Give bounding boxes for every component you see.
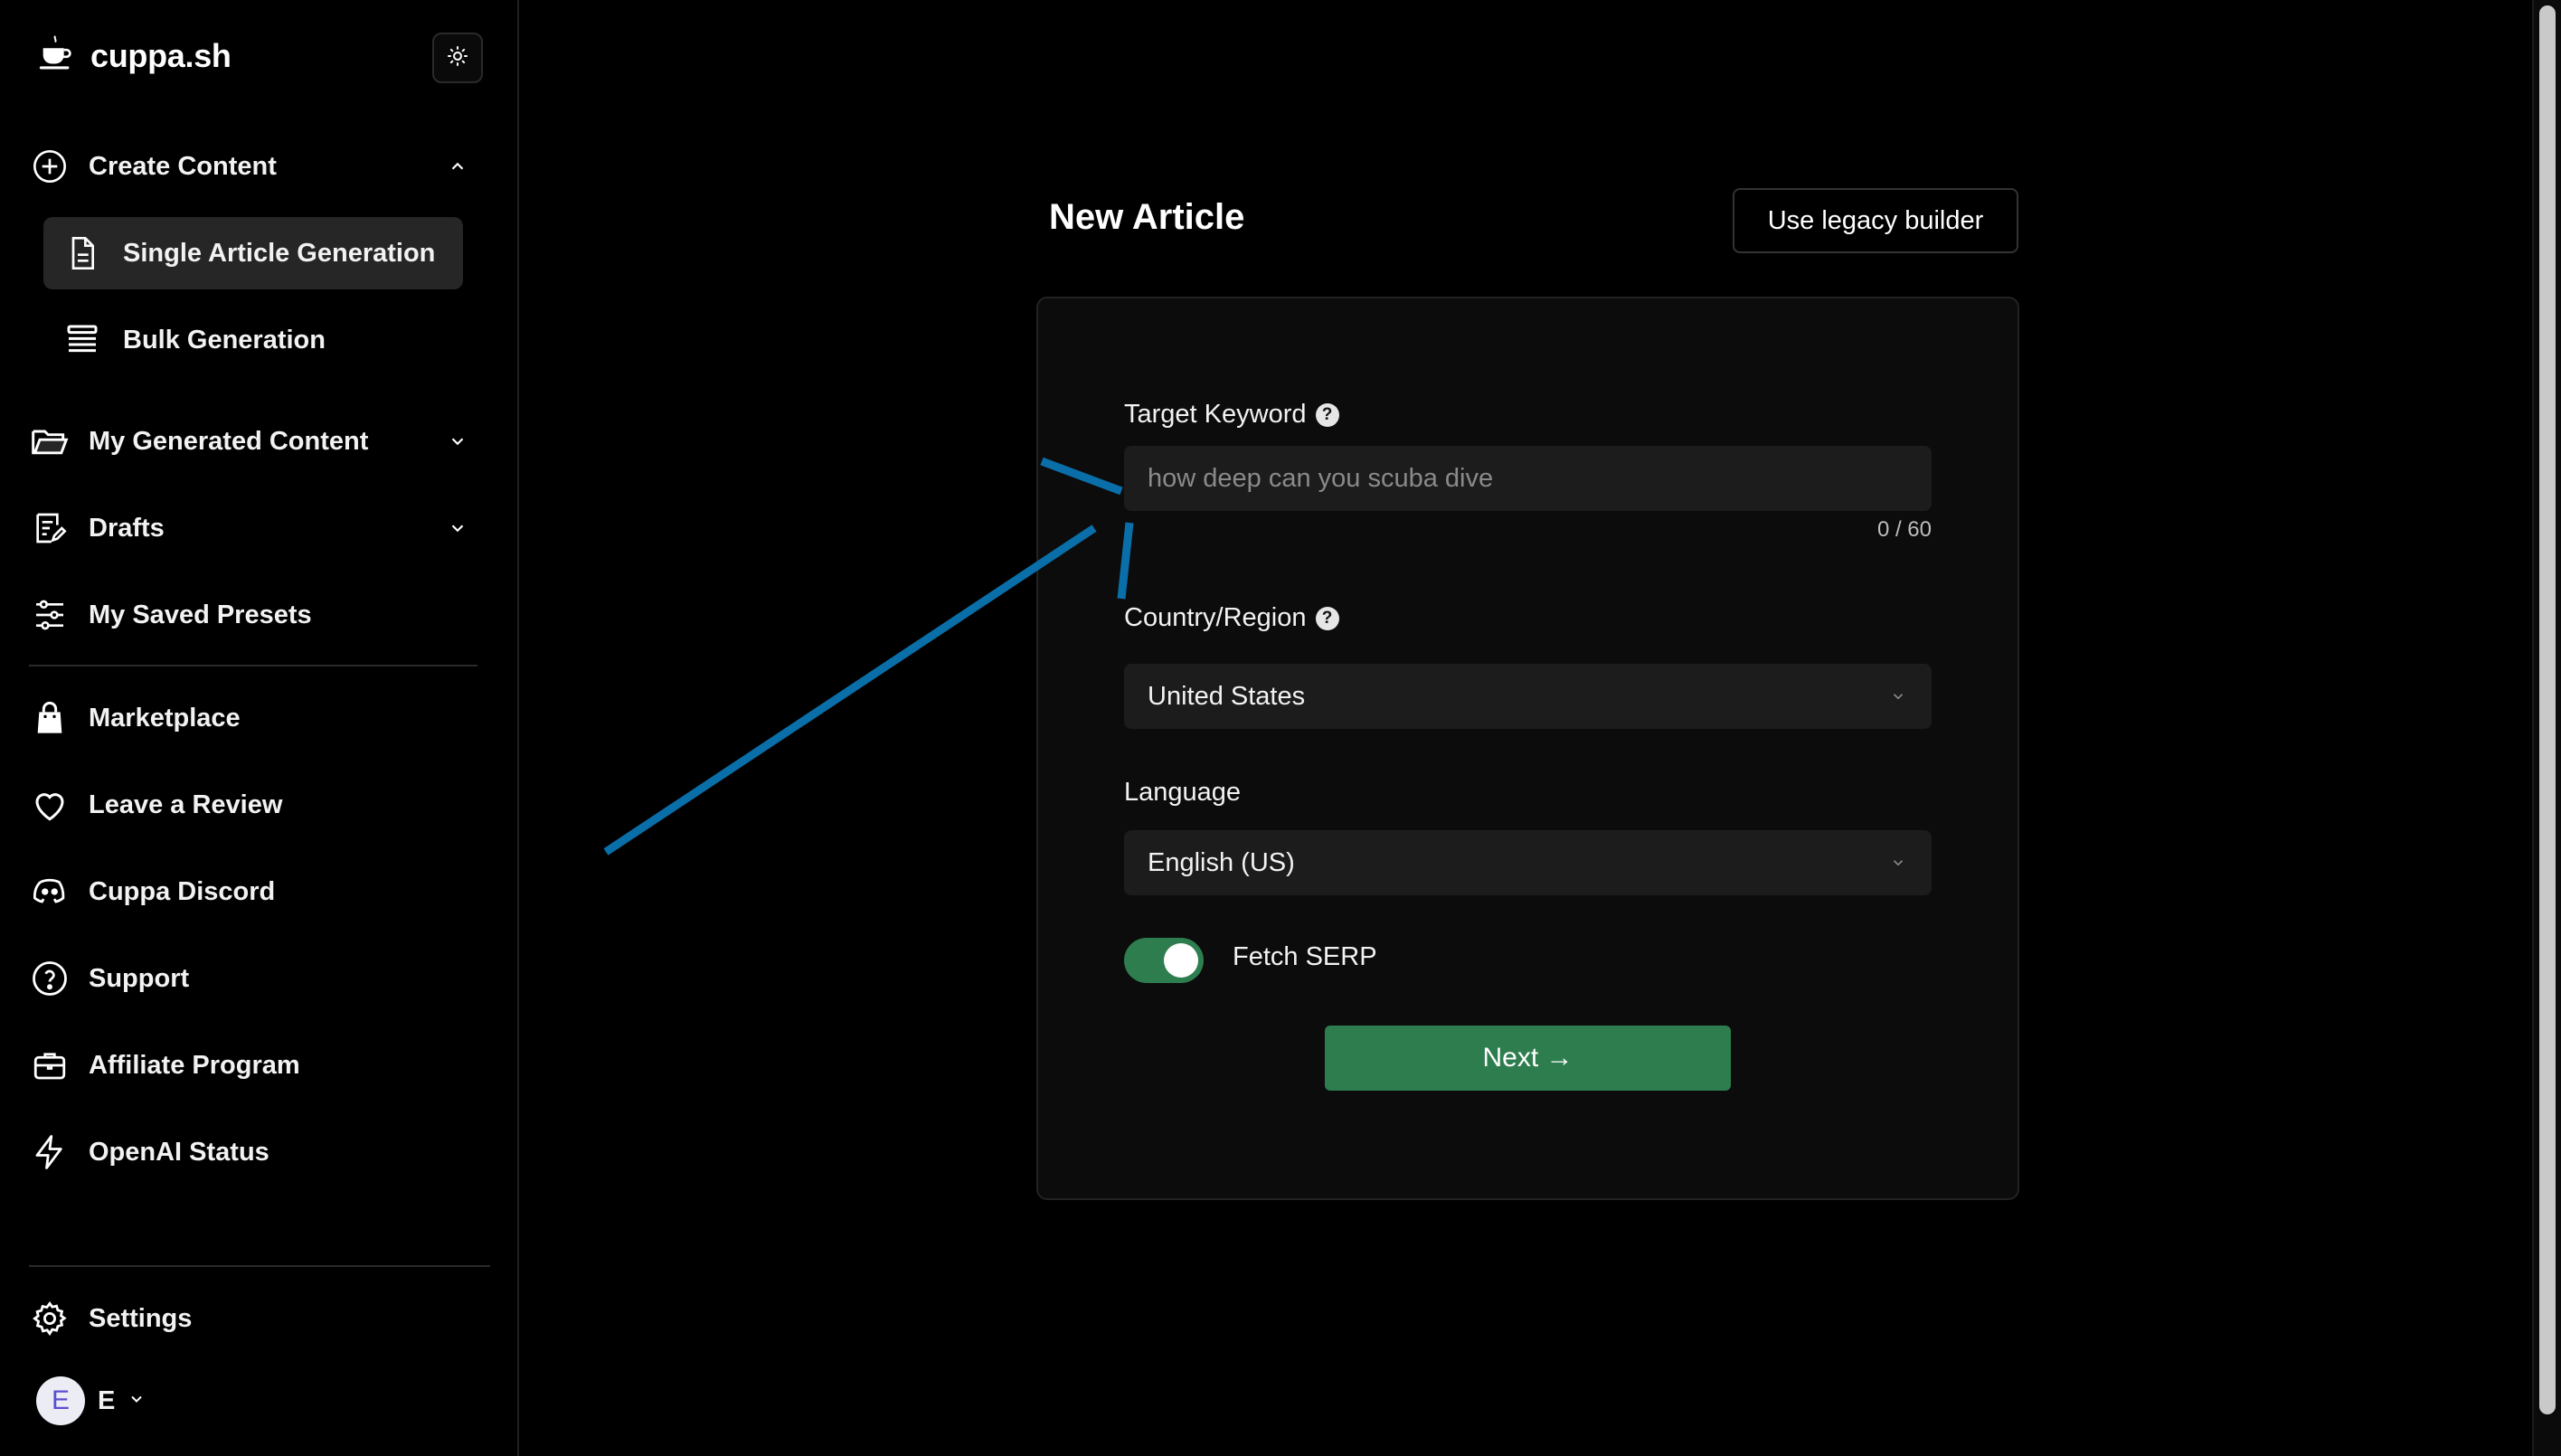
lightning-icon [29, 1131, 71, 1173]
nav-leave-review[interactable]: Leave a Review [29, 769, 481, 841]
page-title: New Article [1049, 197, 1245, 237]
nav-label: Affiliate Program [89, 1050, 300, 1080]
stack-icon [61, 319, 103, 361]
nav-affiliate-program[interactable]: Affiliate Program [29, 1029, 481, 1101]
nav-settings[interactable]: Settings [29, 1282, 481, 1355]
nav-label: Create Content [89, 151, 277, 181]
plus-circle-icon [29, 146, 71, 187]
coffee-cup-icon [36, 33, 78, 79]
theme-toggle-button[interactable] [432, 33, 483, 83]
select-value: United States [1148, 681, 1306, 711]
field-label-text: Target Keyword [1124, 400, 1307, 429]
nav-label: Cuppa Discord [89, 876, 276, 906]
character-counter: 0 / 60 [1876, 517, 1932, 542]
sidebar-divider [29, 1265, 490, 1267]
sliders-icon [29, 594, 71, 636]
scrollbar-thumb[interactable] [2539, 5, 2556, 1414]
country-region-select[interactable]: United States [1124, 664, 1932, 729]
sub-item-label: Single Article Generation [123, 238, 436, 268]
help-icon[interactable]: ? [1315, 606, 1339, 630]
shopping-bag-icon [29, 697, 71, 739]
nav-label: OpenAI Status [89, 1137, 269, 1167]
target-keyword-label: Target Keyword ? [1124, 400, 1339, 430]
nav-label: My Saved Presets [89, 600, 312, 629]
nav-support[interactable]: Support [29, 942, 481, 1015]
sidebar: cuppa.sh Create Content Single Article G… [0, 0, 519, 1456]
nav-label: Marketplace [89, 703, 241, 733]
nav-label: Settings [89, 1303, 193, 1333]
nav-my-saved-presets[interactable]: My Saved Presets [29, 579, 481, 651]
nav-label: Drafts [89, 513, 165, 543]
country-region-label: Country/Region ? [1124, 603, 1339, 633]
sub-item-label: Bulk Generation [123, 325, 326, 355]
scrollbar[interactable] [2532, 0, 2561, 1456]
annotation-stroke [603, 525, 1097, 856]
document-icon [61, 232, 103, 274]
chevron-down-icon [445, 429, 470, 454]
field-label-text: Language [1124, 778, 1242, 807]
discord-icon [29, 871, 71, 912]
user-name: E [98, 1385, 116, 1415]
nav-marketplace[interactable]: Marketplace [29, 682, 481, 754]
select-value: English (US) [1148, 847, 1295, 877]
nav-cuppa-discord[interactable]: Cuppa Discord [29, 856, 481, 928]
nav-label: Support [89, 963, 190, 993]
chevron-down-icon [1888, 853, 1908, 873]
sun-icon [447, 45, 468, 71]
sidebar-item-bulk-generation[interactable]: Bulk Generation [43, 304, 463, 376]
question-circle-icon [29, 958, 71, 999]
nav-label: My Generated Content [89, 426, 369, 456]
chevron-down-icon [1888, 686, 1908, 706]
brand[interactable]: cuppa.sh [36, 33, 232, 79]
chevron-down-icon [128, 1390, 146, 1413]
gear-icon [29, 1298, 71, 1339]
sidebar-divider [29, 665, 477, 667]
chevron-down-icon [445, 515, 470, 541]
sidebar-item-single-article[interactable]: Single Article Generation [43, 217, 463, 289]
heart-icon [29, 784, 71, 826]
chevron-up-icon [445, 154, 470, 179]
next-button[interactable]: Next → [1325, 1026, 1731, 1091]
target-keyword-input[interactable]: how deep can you scuba dive [1124, 446, 1932, 511]
nav-label: Leave a Review [89, 789, 283, 819]
user-menu[interactable]: E E [36, 1376, 146, 1425]
field-label-text: Country/Region [1124, 603, 1307, 632]
folder-open-icon [29, 421, 71, 462]
nav-openai-status[interactable]: OpenAI Status [29, 1116, 481, 1188]
nav-create-content[interactable]: Create Content [29, 130, 481, 203]
input-placeholder: how deep can you scuba dive [1148, 463, 1494, 493]
avatar: E [36, 1376, 85, 1425]
language-select[interactable]: English (US) [1124, 830, 1932, 895]
briefcase-icon [29, 1045, 71, 1086]
nav-my-generated-content[interactable]: My Generated Content [29, 405, 481, 477]
use-legacy-builder-button[interactable]: Use legacy builder [1733, 188, 2018, 253]
toggle-knob [1164, 943, 1198, 978]
language-label: Language [1124, 778, 1241, 808]
help-icon[interactable]: ? [1315, 402, 1339, 427]
fetch-serp-label: Fetch SERP [1233, 942, 1377, 971]
fetch-serp-toggle[interactable] [1124, 938, 1204, 983]
brand-name: cuppa.sh [90, 36, 232, 74]
nav-drafts[interactable]: Drafts [29, 492, 481, 564]
edit-document-icon [29, 507, 71, 549]
